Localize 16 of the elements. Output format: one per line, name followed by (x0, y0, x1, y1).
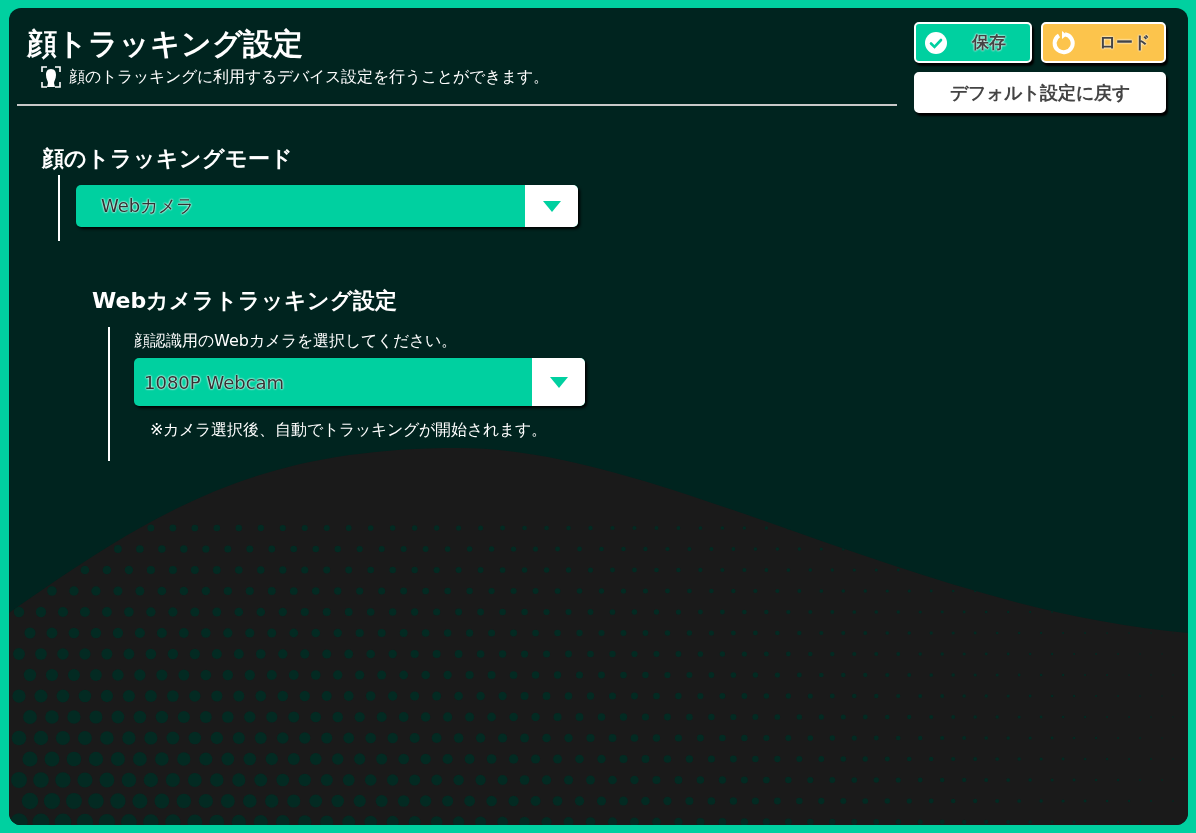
prompt-text: 顔認識用のWebカメラを選択してください。 (134, 331, 458, 352)
caret-icon (549, 376, 568, 388)
camera-dropdown[interactable]: 1080P Webcam (134, 358, 585, 406)
reset-button[interactable]: デフォルト設定に戻す (914, 72, 1166, 113)
note-text: ※カメラ選択後、自動でトラッキングが開始されます。 (150, 420, 549, 441)
section-heading: 顔のトラッキングモード (42, 145, 294, 173)
refresh-icon (1051, 30, 1075, 55)
description-text: 顔のトラッキングに利用するデバイス設定を行うことができます。 (69, 66, 549, 88)
section-heading: Webカメラトラッキング設定 (92, 287, 399, 315)
page-title: 顔トラッキング設定 (26, 25, 304, 63)
face-icon (41, 66, 61, 88)
mode-dropdown[interactable]: Webカメラ (76, 185, 578, 227)
caret-icon (542, 200, 561, 212)
save-button[interactable]: 保存 (914, 22, 1032, 63)
check-icon (924, 30, 948, 55)
load-button[interactable]: ロード (1041, 22, 1166, 63)
